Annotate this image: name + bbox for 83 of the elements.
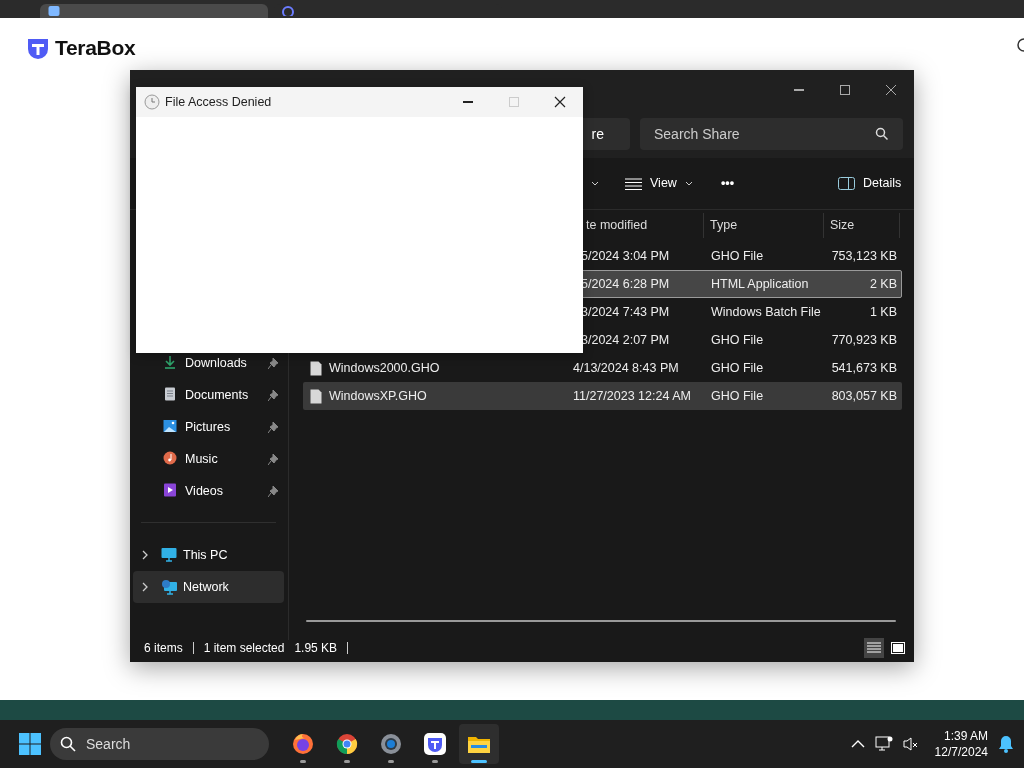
gear-icon — [379, 732, 403, 756]
clock-icon — [144, 94, 160, 110]
search-field[interactable]: Search Share — [640, 118, 903, 150]
refresh-icon[interactable] — [1016, 37, 1024, 53]
network-icon[interactable] — [874, 736, 893, 752]
search-icon — [60, 736, 76, 752]
app-icon — [48, 6, 60, 16]
pin-icon — [268, 421, 278, 433]
pin-icon — [268, 357, 278, 369]
globe-icon — [282, 6, 294, 16]
more-button[interactable]: ••• — [714, 170, 740, 197]
monitor-icon — [161, 547, 177, 563]
window-icon — [891, 642, 905, 654]
table-cell-text: 803,057 KB — [830, 387, 898, 405]
table-cell-text: 753,123 KB — [830, 247, 898, 265]
minimize-icon — [463, 101, 473, 103]
chevron-up-icon[interactable] — [850, 740, 865, 748]
file-name[interactable]: Windows2000.GHO — [329, 358, 440, 378]
browser-tab[interactable] — [40, 4, 268, 18]
table-cell-text: 4/13/2024 8:43 PM — [572, 359, 680, 377]
chevron-down-icon — [591, 180, 599, 187]
music-icon — [163, 451, 179, 467]
file-icon — [310, 388, 322, 404]
clock[interactable]: 1:39 AM 12/7/2024 — [934, 727, 988, 761]
taskbar-button[interactable] — [459, 724, 499, 764]
table-cell-text: GHO File — [710, 359, 765, 377]
table-cell-text: GHO File — [710, 247, 765, 265]
sidebar-item[interactable]: Videos — [133, 475, 284, 507]
pin-icon — [268, 389, 278, 401]
pin-icon — [268, 453, 278, 465]
window-title: File Access Denied — [165, 93, 273, 111]
sidebar-item[interactable]: Network — [133, 571, 284, 603]
firefox-icon — [291, 732, 315, 756]
app-icon — [423, 732, 447, 756]
sidebar-item[interactable]: This PC — [133, 539, 284, 571]
file-row[interactable]: Windows2000.GHO 4/13/2024 8:43 PM GHO File 541,673 KB — [303, 354, 902, 382]
logo-text: TeraBox — [55, 35, 136, 61]
list-icon — [625, 177, 642, 190]
details-view-button[interactable] — [864, 638, 884, 658]
table-cell-text: Windows Batch File — [710, 303, 822, 321]
table-cell-text: 11/27/2023 12:24 AM — [572, 387, 692, 405]
scrollbar[interactable] — [306, 620, 896, 622]
pin-icon — [268, 485, 278, 497]
sidebar-item[interactable]: Pictures — [133, 411, 284, 443]
table-cell-text: GHO File — [710, 387, 765, 405]
video-icon — [163, 483, 179, 499]
table-cell-text: 2 KB — [868, 275, 898, 293]
muted-speaker-icon[interactable] — [902, 736, 919, 752]
sidebar-item[interactable]: Music — [133, 443, 284, 475]
file-icon — [310, 360, 322, 376]
file-row[interactable]: WindowsXP.GHO 11/27/2023 12:24 AM GHO File 803,057 KB — [303, 382, 902, 410]
table-cell-text: HTML Application — [710, 275, 810, 293]
sidebar-item[interactable]: Downloads — [133, 347, 284, 379]
windows-icon[interactable] — [18, 732, 42, 756]
table-cell-text: 541,673 KB — [830, 359, 898, 377]
sidebar-item[interactable]: Documents — [133, 379, 284, 411]
column-header[interactable]: Size — [824, 213, 900, 238]
status-text: 6 items — [144, 640, 183, 657]
status-text: 1.95 KB — [294, 640, 338, 657]
chevron-right-icon — [141, 550, 149, 560]
table-cell-text: 3/2024 7:43 PM — [580, 303, 671, 321]
network-icon — [161, 579, 177, 595]
panel-icon — [838, 177, 855, 190]
bell-icon[interactable] — [998, 735, 1014, 753]
table-cell-text: 1 KB — [868, 303, 898, 321]
search-field[interactable]: Search — [50, 728, 269, 760]
chevron-down-icon — [684, 180, 693, 187]
minimize-icon — [794, 89, 804, 91]
column-header[interactable]: Type — [704, 213, 824, 238]
table-cell-text: 3/2024 2:07 PM — [580, 331, 671, 349]
time-text: 1:39 AM — [943, 727, 988, 744]
file-name[interactable]: WindowsXP.GHO — [329, 386, 427, 406]
view-button[interactable]: View — [619, 170, 699, 197]
picture-icon — [163, 419, 179, 435]
date-text: 12/7/2024 — [934, 744, 988, 761]
chevron-right-icon — [141, 582, 149, 592]
table-cell-text: GHO File — [710, 331, 765, 349]
table-cell-text: 770,923 KB — [830, 331, 898, 349]
list-icon — [867, 642, 881, 654]
search-icon — [875, 127, 889, 141]
details-button[interactable]: Details — [832, 170, 908, 197]
status-text: 1 item selected — [203, 640, 285, 657]
chrome-icon — [335, 732, 359, 756]
